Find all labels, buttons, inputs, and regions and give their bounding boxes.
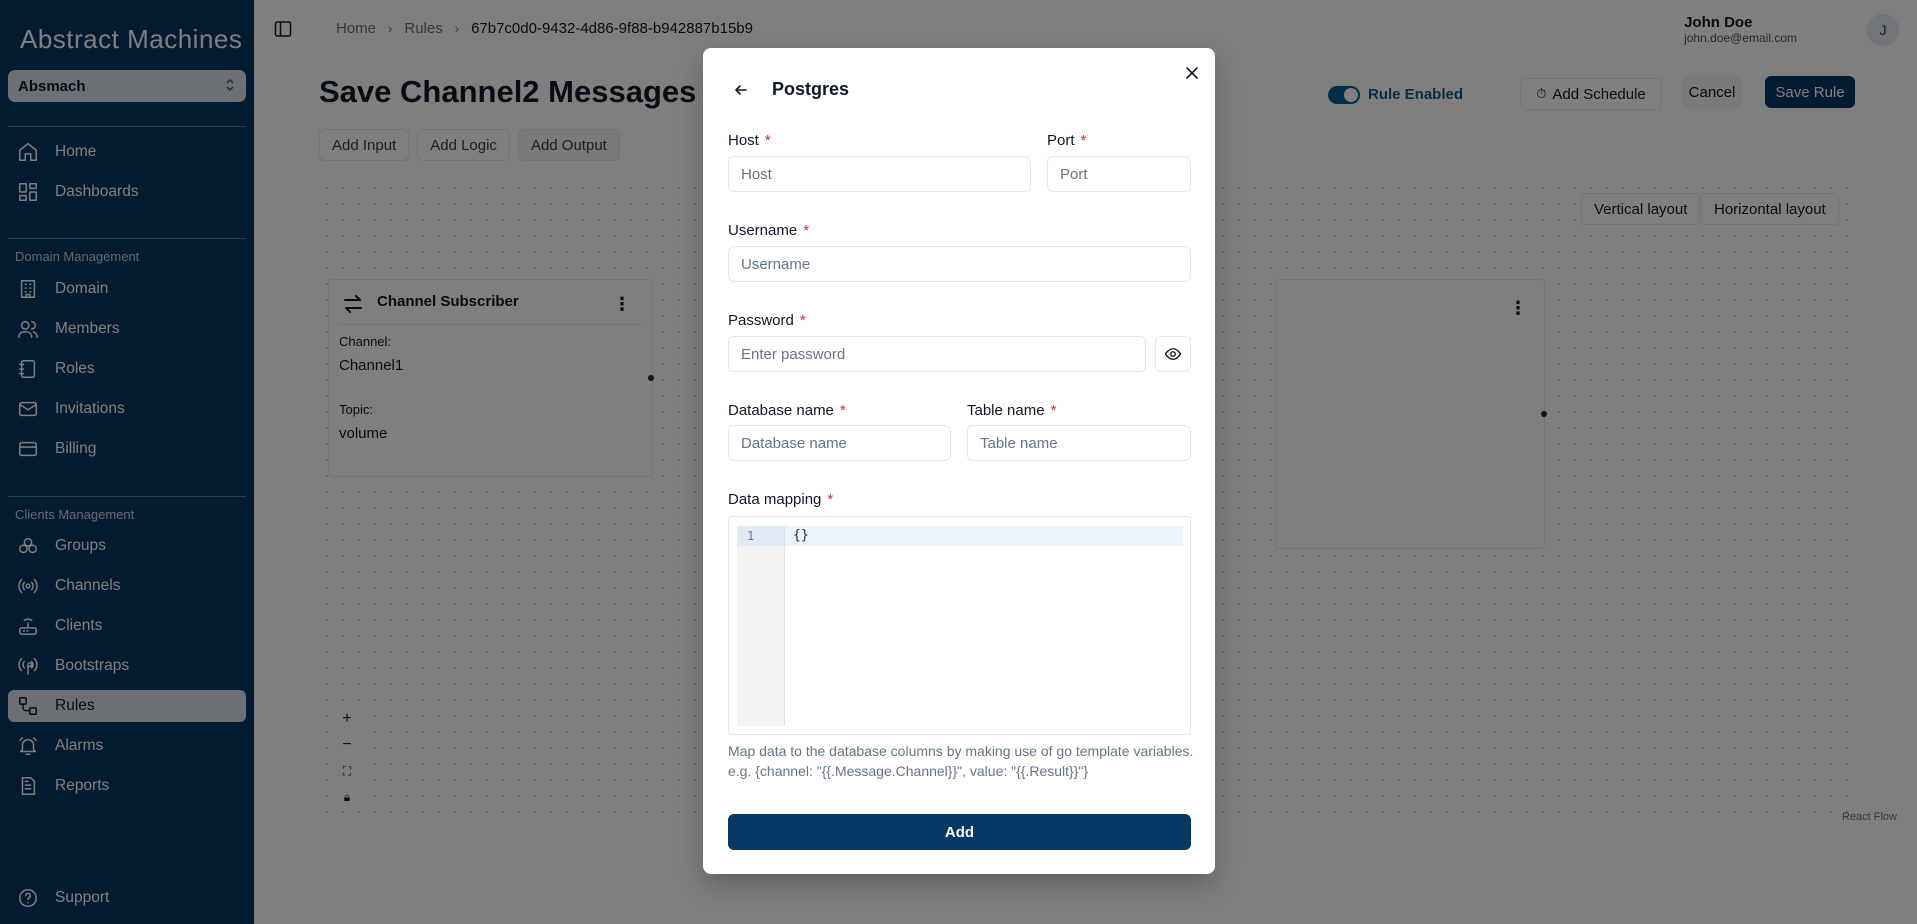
close-icon[interactable] xyxy=(1185,66,1199,80)
dialog-title: Postgres xyxy=(772,79,850,99)
database-name-label: Database name * xyxy=(728,402,846,419)
host-input[interactable] xyxy=(728,156,1031,192)
eye-icon xyxy=(1164,348,1182,360)
add-button[interactable]: Add xyxy=(728,814,1191,850)
line-number: 1 xyxy=(737,526,784,546)
database-name-input[interactable] xyxy=(728,425,951,461)
editor-code-line[interactable]: {} xyxy=(785,526,1183,546)
password-label: Password * xyxy=(728,312,806,329)
username-label: Username * xyxy=(728,222,810,239)
host-label: Host * xyxy=(728,132,771,149)
editor-gutter: 1 xyxy=(737,526,785,726)
data-mapping-label: Data mapping * xyxy=(728,491,834,508)
username-input[interactable] xyxy=(728,246,1191,282)
password-input[interactable] xyxy=(728,336,1146,372)
port-input[interactable] xyxy=(1047,156,1191,192)
port-label: Port * xyxy=(1047,132,1087,149)
postgres-dialog: Postgres Host* Port* Username* Password*… xyxy=(703,48,1215,874)
table-name-input[interactable] xyxy=(967,425,1191,461)
table-name-label: Table name * xyxy=(967,402,1057,419)
data-mapping-help: Map data to the database columns by maki… xyxy=(728,743,1194,779)
arrow-left-icon[interactable] xyxy=(733,82,749,98)
data-mapping-editor[interactable]: 1 {} xyxy=(728,516,1191,735)
toggle-password-visibility-button[interactable] xyxy=(1155,336,1191,372)
